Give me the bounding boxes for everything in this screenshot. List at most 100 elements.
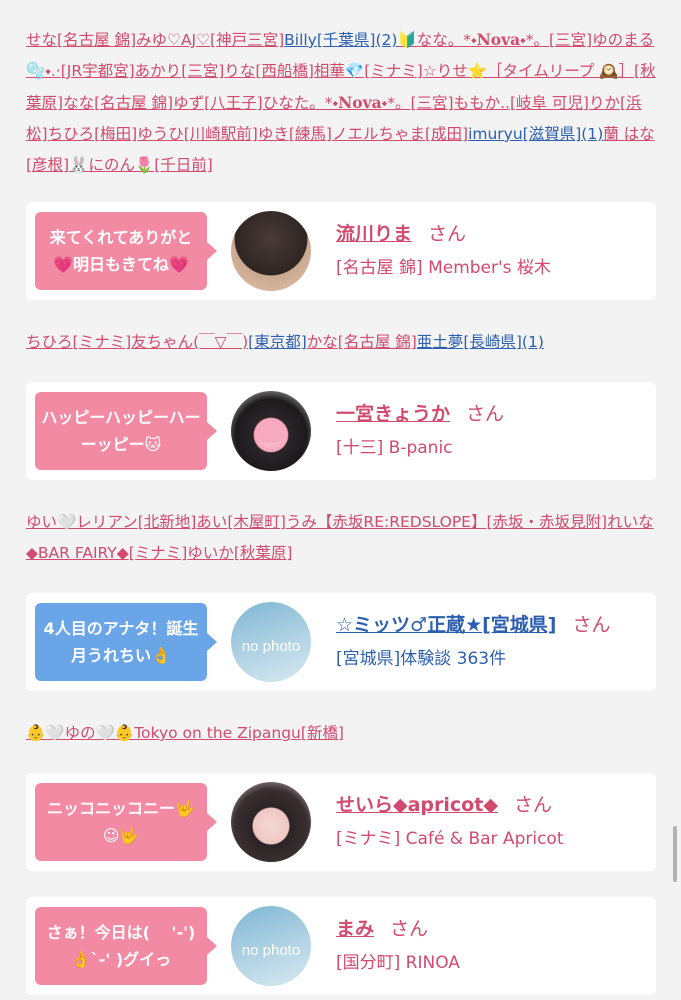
user-link[interactable]: 亜土夢 [417, 333, 464, 351]
cast-link[interactable]: ゆず [173, 94, 204, 112]
cast-link[interactable]: 友ちゃん(￣▽￣) [131, 333, 248, 351]
cast-link[interactable]: Nova [338, 93, 382, 112]
cast-link[interactable]: あい [196, 513, 227, 531]
area-link[interactable]: [ミナミ] [129, 544, 188, 562]
avatar[interactable] [231, 782, 311, 862]
shop-label: [十三] B-panic [336, 438, 453, 458]
area-link[interactable]: [名古屋 錦] [338, 333, 417, 351]
cast-link[interactable]: ゆい🤍レリアン [26, 513, 138, 531]
area-link[interactable]: ［タイムリープ 🕰️］ [487, 62, 634, 80]
area-link[interactable]: [赤坂・赤坂見附] [486, 513, 607, 531]
area-link[interactable]: [名古屋 錦] [94, 94, 173, 112]
cast-link[interactable]: 相華💎 [314, 62, 364, 80]
user-link[interactable]: imuryu [468, 125, 523, 143]
message-card[interactable]: さぁ！今日は( '-')👌`-' )グイっ no photo まみ さん [国分町] R… [26, 897, 656, 995]
name-line: まみ さん [336, 915, 460, 943]
no-photo-label: no photo [241, 942, 301, 959]
cast-link[interactable]: ちひろ [26, 333, 73, 351]
cast-link[interactable]: ゆいか [187, 544, 234, 562]
area-link[interactable]: [西船橋] [255, 62, 314, 80]
cast-link[interactable]: あかり [135, 62, 182, 80]
cast-link[interactable]: 蘭 はな [603, 125, 654, 143]
area-link[interactable]: [彦根] [26, 156, 69, 174]
avatar[interactable]: no photo [231, 906, 311, 986]
cast-link[interactable]: Nova [477, 30, 521, 49]
user-link[interactable]: [東京都] [248, 333, 307, 351]
area-link[interactable]: [三宮] [410, 94, 453, 112]
area-link[interactable]: [名古屋 錦] [57, 31, 136, 49]
area-link[interactable]: [ミナミ] [73, 333, 132, 351]
message-card[interactable]: ニッコニッコニー🤟😉🤟 せいら◆apricot◆ さん [ミナミ] Café & Ba… [26, 773, 656, 871]
honorific: さん [390, 918, 429, 940]
area-link[interactable]: [成田] [425, 125, 468, 143]
message-card[interactable]: ハッピーハッピーハーーッピー🐱 一宮きょうか さん [十三] B-panic [26, 382, 656, 480]
area-link[interactable]: [神戸三宮] [210, 31, 284, 49]
user-link[interactable]: [千葉県] [317, 31, 376, 49]
cast-link[interactable]: ⬩*。 [520, 31, 549, 49]
name-list-3: ゆい🤍レリアン[北新地]あい[木屋町]うみ【赤坂RE:REDSLOPE】[赤坂・… [26, 507, 658, 569]
shop-label: [ミナミ] Café & Bar Apricot [336, 829, 564, 849]
avatar[interactable] [231, 211, 311, 291]
cast-name-link[interactable]: 流川りま [336, 223, 412, 245]
message-card[interactable]: 来てくれてありがと💗明日もきてね💗 流川りま さん [名古屋 錦] Member's … [26, 202, 656, 300]
area-link[interactable]: [川崎駅前] [184, 125, 258, 143]
cast-link[interactable]: ゆき [258, 125, 289, 143]
cast-link[interactable]: 🐰にのん🌷 [69, 156, 154, 174]
avatar[interactable] [231, 391, 311, 471]
cast-link[interactable]: ☆りせ⭐ [423, 62, 487, 80]
name-line: せいら◆apricot◆ さん [336, 791, 563, 819]
cast-link[interactable]: なな [63, 94, 94, 112]
cast-link[interactable]: ひなた。*⬩ [263, 94, 338, 112]
scrollbar[interactable] [673, 826, 677, 882]
cast-link[interactable]: りか [589, 94, 620, 112]
user-link[interactable]: [長崎県] [463, 333, 522, 351]
cast-info: まみ さん [国分町] RINOA [336, 915, 460, 977]
user-link[interactable]: [滋賀県] [523, 125, 582, 143]
name-list-1: せな[名古屋 錦]みゆ♡AJ♡[神戸三宮]Billy[千葉県](2)🔰なな。*⬩… [26, 24, 658, 181]
user-link[interactable]: (2) [375, 31, 397, 49]
avatar[interactable]: no photo [231, 602, 311, 682]
message-card[interactable]: 4人目のアナタ！誕生月うれちい👌 no photo ☆ミッツ♂正蔵★[宮城県] さん [… [26, 593, 656, 691]
cast-link[interactable]: かな [307, 333, 338, 351]
cast-link[interactable]: ノエルちゃま [332, 125, 425, 143]
area-link[interactable]: [三宮] [549, 31, 592, 49]
area-link[interactable]: [北新地] [138, 513, 197, 531]
cast-link[interactable]: うみ【赤坂RE:REDSLOPE】 [286, 513, 487, 531]
area-link[interactable]: [JR宇都宮] [61, 62, 135, 80]
cast-link[interactable]: りな [224, 62, 255, 80]
area-link[interactable]: [梅田] [94, 125, 137, 143]
no-photo-label: no photo [241, 638, 301, 655]
area-link[interactable]: [ミナミ] [364, 62, 423, 80]
name-line: 一宮きょうか さん [336, 400, 504, 428]
area-link[interactable]: [秋葉原] [234, 544, 293, 562]
user-link[interactable]: (1) [522, 333, 544, 351]
area-link[interactable]: [千日前] [154, 156, 213, 174]
area-link[interactable]: [八王子] [204, 94, 263, 112]
cast-link[interactable]: ももか.. [454, 94, 510, 112]
cast-link[interactable]: 🔰なな。*⬩ [397, 31, 476, 49]
area-link[interactable]: [木屋町] [227, 513, 286, 531]
cast-name-link[interactable]: ☆ミッツ♂正蔵★[宮城県] [336, 614, 556, 636]
cast-name-link[interactable]: せいら◆apricot◆ [336, 794, 498, 816]
cast-link[interactable]: ちひろ [48, 125, 95, 143]
cast-link[interactable]: ゆうひ [137, 125, 184, 143]
message-bubble: 来てくれてありがと💗明日もきてね💗 [35, 212, 217, 290]
cast-link[interactable]: 👶🤍ゆの🤍👶Tokyo on the Zipangu [26, 724, 301, 742]
honorific: さん [466, 403, 505, 425]
cast-link[interactable]: ⬩*。 [382, 94, 411, 112]
area-link[interactable]: [新橋] [301, 724, 344, 742]
cast-info: 流川りま さん [名古屋 錦] Member's 桜木 [336, 220, 551, 282]
message-bubble: ハッピーハッピーハーーッピー🐱 [35, 392, 217, 470]
area-link[interactable]: [三宮] [181, 62, 224, 80]
honorific: さん [513, 794, 552, 816]
cast-link[interactable]: みゆ♡AJ♡ [136, 31, 210, 49]
heart-icon [258, 419, 284, 443]
message-bubble: 4人目のアナタ！誕生月うれちい👌 [35, 603, 217, 681]
user-link[interactable]: Billy [284, 31, 317, 49]
area-link[interactable]: [練馬] [289, 125, 332, 143]
cast-link[interactable]: せな [26, 31, 57, 49]
cast-name-link[interactable]: まみ [336, 918, 374, 940]
user-link[interactable]: (1) [581, 125, 603, 143]
cast-name-link[interactable]: 一宮きょうか [336, 403, 450, 425]
area-link[interactable]: [岐阜 可児] [510, 94, 589, 112]
